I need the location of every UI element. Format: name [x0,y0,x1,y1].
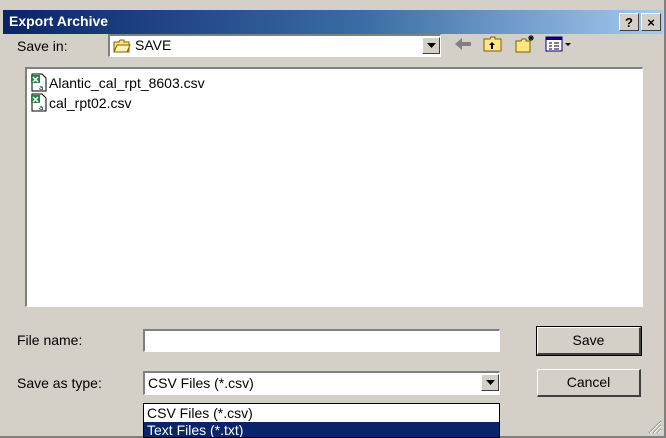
help-button[interactable]: ? [619,13,639,31]
file-name: Alantic_cal_rpt_8603.csv [49,75,205,91]
cancel-button[interactable]: Cancel [537,369,641,397]
option-csv-files[interactable]: CSV Files (*.csv) [144,405,499,422]
save-in-dropdown[interactable]: SAVE [108,34,441,57]
save-as-type-options-list[interactable]: CSV Files (*.csv) Text Files (*.txt) [143,403,500,438]
file-name-input[interactable] [143,329,500,352]
csv-file-icon: a [31,73,47,92]
title-bar[interactable]: Export Archive ? × [3,10,663,34]
chevron-down-icon [486,380,495,385]
svg-text:a: a [39,104,43,112]
folder-icon [113,39,131,53]
save-as-type-dropdown-button[interactable] [481,374,499,391]
file-name-label: File name: [17,332,83,348]
view-menu-icon[interactable] [544,34,574,54]
new-folder-icon[interactable] [514,34,536,54]
window-title: Export Archive [9,13,109,29]
svg-text:a: a [39,84,43,92]
option-text-files[interactable]: Text Files (*.txt) [144,422,499,437]
save-as-type-label: Save as type: [17,375,102,391]
chevron-down-icon [427,43,436,48]
export-archive-dialog: Export Archive ? × Save in: SAVE a Alant… [0,0,666,438]
save-in-dropdown-button[interactable] [422,37,440,54]
file-name: cal_rpt02.csv [49,95,132,111]
save-button[interactable]: Save [536,326,642,356]
resize-grip-icon[interactable] [648,420,662,434]
save-as-type-dropdown[interactable]: CSV Files (*.csv) [143,371,500,395]
up-folder-icon[interactable] [482,34,504,54]
back-arrow-icon[interactable] [452,34,474,54]
file-list[interactable]: a Alantic_cal_rpt_8603.csv a cal_rpt02.c… [25,67,643,307]
save-as-type-value: CSV Files (*.csv) [148,375,254,391]
save-in-label: Save in: [17,38,68,54]
close-button[interactable]: × [641,13,661,31]
csv-file-icon: a [31,93,47,112]
save-in-value: SAVE [135,37,172,53]
